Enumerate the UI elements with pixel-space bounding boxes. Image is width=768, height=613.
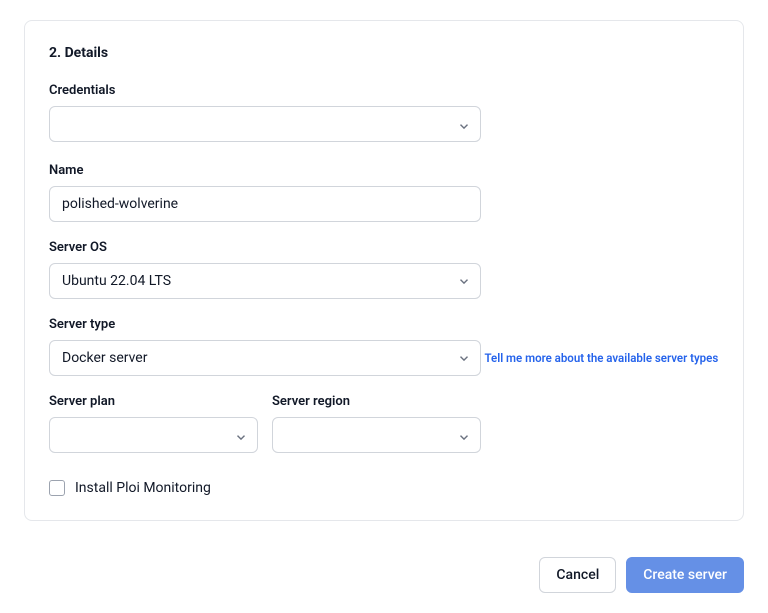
server-os-label: Server OS [49, 240, 719, 255]
install-monitoring-label[interactable]: Install Ploi Monitoring [75, 480, 211, 496]
name-label: Name [49, 163, 719, 178]
name-input[interactable] [49, 186, 481, 222]
cancel-button[interactable]: Cancel [539, 557, 616, 593]
server-region-select[interactable] [272, 417, 481, 453]
credentials-select[interactable] [49, 106, 481, 142]
server-os-select[interactable]: Ubuntu 22.04 LTS [49, 263, 481, 299]
create-server-button[interactable]: Create server [626, 557, 744, 593]
section-title: 2. Details [49, 45, 719, 61]
server-plan-label: Server plan [49, 394, 258, 409]
server-plan-field: Server plan [49, 394, 258, 456]
install-monitoring-row: Install Ploi Monitoring [49, 480, 719, 496]
server-type-label: Server type [49, 317, 719, 332]
plan-region-row: Server plan Server region [49, 394, 719, 474]
details-card: 2. Details Credentials Name Server OS Ub… [24, 20, 744, 521]
server-region-label: Server region [272, 394, 481, 409]
credentials-label: Credentials [49, 83, 719, 98]
server-types-help-link[interactable]: Tell me more about the available server … [484, 351, 718, 365]
credentials-field: Credentials [49, 83, 719, 145]
server-os-field: Server OS Ubuntu 22.04 LTS [49, 240, 719, 299]
form-actions: Cancel Create server [24, 557, 744, 593]
server-region-field: Server region [272, 394, 481, 456]
server-type-select[interactable]: Docker server [49, 340, 481, 376]
install-monitoring-checkbox[interactable] [49, 480, 65, 496]
server-type-field: Server type Docker server Tell me more a… [49, 317, 719, 376]
server-plan-select[interactable] [49, 417, 258, 453]
name-field: Name [49, 163, 719, 222]
